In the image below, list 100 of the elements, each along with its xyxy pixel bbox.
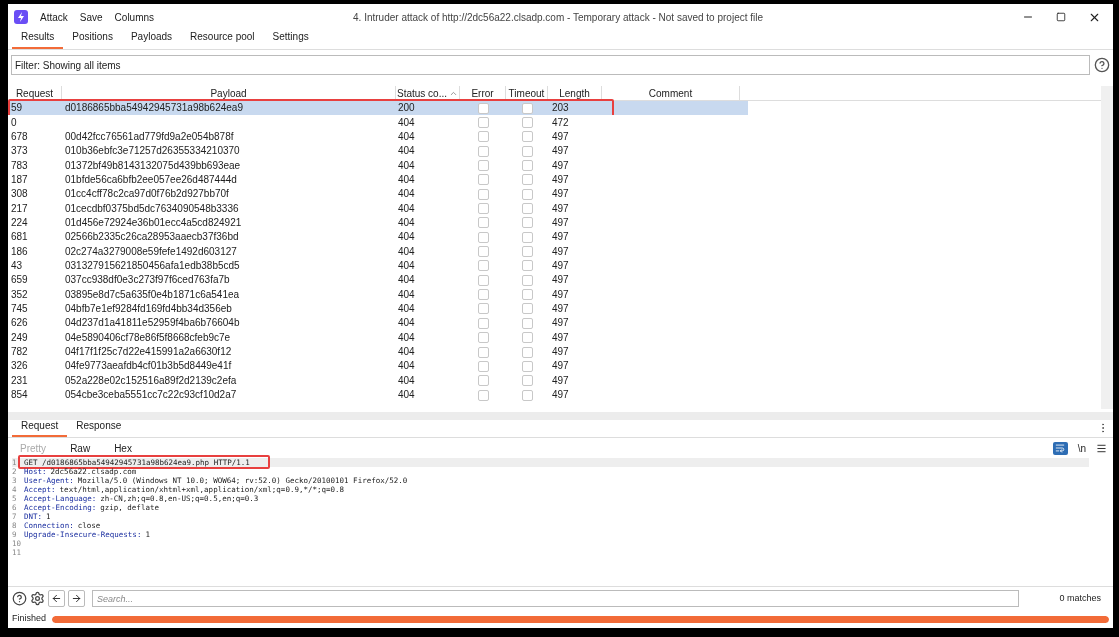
- table-cell-text: 497: [551, 347, 570, 357]
- help-icon[interactable]: [1094, 57, 1110, 73]
- table-cell-text: 326: [10, 361, 29, 372]
- back-button[interactable]: [48, 590, 65, 607]
- checkbox[interactable]: [477, 246, 489, 258]
- checkbox[interactable]: [477, 260, 489, 272]
- checkbox[interactable]: [521, 188, 533, 200]
- table-cell-text: 497: [551, 289, 570, 300]
- table-cell-text: 010b36ebfc3e71257d26355334210370: [64, 146, 241, 157]
- table-cell-text: 231: [10, 375, 29, 386]
- forward-button[interactable]: [68, 590, 85, 607]
- settings-icon[interactable]: [30, 591, 45, 606]
- checkbox[interactable]: [521, 274, 533, 286]
- wrap-button[interactable]: [1052, 441, 1068, 455]
- checkbox[interactable]: [477, 303, 489, 315]
- checkbox[interactable]: [477, 131, 489, 143]
- checkbox[interactable]: [477, 289, 489, 301]
- checkbox[interactable]: [477, 360, 489, 372]
- search-field[interactable]: Search...: [92, 590, 1019, 607]
- checkbox[interactable]: [477, 346, 489, 358]
- table-cell-text: 854: [10, 390, 29, 401]
- checkbox[interactable]: [521, 102, 533, 114]
- newline-toggle[interactable]: \n: [1077, 440, 1086, 456]
- table-cell-text: 04bfb7e1ef9284fd169fd4bb34d356eb: [64, 304, 233, 314]
- checkbox[interactable]: [521, 217, 533, 229]
- column-header[interactable]: Length: [548, 86, 602, 100]
- table-cell-text: 373: [10, 146, 29, 157]
- checkbox[interactable]: [477, 389, 489, 401]
- checkbox[interactable]: [521, 131, 533, 143]
- help-icon[interactable]: [12, 591, 27, 606]
- checkbox[interactable]: [521, 203, 533, 215]
- checkbox[interactable]: [521, 389, 533, 401]
- view-tab[interactable]: Raw: [64, 440, 97, 456]
- table-cell-text: 497: [551, 361, 570, 372]
- column-header[interactable]: Payload: [62, 86, 396, 100]
- checkbox[interactable]: [521, 360, 533, 372]
- checkbox[interactable]: [477, 145, 489, 157]
- scrollbar[interactable]: [1101, 86, 1113, 409]
- table-cell-text: 497: [551, 160, 570, 171]
- column-header[interactable]: Status co...: [396, 86, 460, 100]
- tab[interactable]: Resource pool: [181, 29, 264, 49]
- maximize-icon[interactable]: [1056, 12, 1066, 22]
- menu-item[interactable]: Attack: [40, 9, 68, 25]
- checkbox[interactable]: [521, 246, 533, 258]
- column-header[interactable]: Error: [460, 86, 506, 100]
- table-cell-text: 497: [551, 332, 570, 343]
- table-cell-text: 404: [397, 203, 416, 214]
- checkbox[interactable]: [477, 274, 489, 286]
- checkbox[interactable]: [477, 117, 489, 128]
- menu-icon[interactable]: [1096, 442, 1107, 454]
- checkbox[interactable]: [521, 145, 533, 157]
- column-header[interactable]: Comment: [602, 86, 740, 100]
- checkbox[interactable]: [521, 160, 533, 172]
- checkbox[interactable]: [477, 317, 489, 329]
- checkbox[interactable]: [477, 160, 489, 172]
- table-cell-text: 01cc4cff78c2ca97d0f76b2d927bb70f: [64, 189, 230, 200]
- checkbox[interactable]: [521, 346, 533, 358]
- app-logo-icon: [14, 10, 28, 24]
- checkbox[interactable]: [477, 332, 489, 344]
- tab[interactable]: Results: [12, 29, 64, 49]
- checkbox[interactable]: [521, 260, 533, 272]
- column-header[interactable]: Request: [8, 86, 62, 100]
- view-tab[interactable]: Hex: [108, 440, 138, 456]
- table-cell-text: 404: [397, 146, 416, 157]
- table-cell-text: 054cbe3ceba5551cc7c22c93cf10d2a7: [64, 390, 238, 401]
- table-cell-text: 681: [10, 232, 29, 243]
- table-cell-text: 404: [397, 189, 416, 200]
- checkbox[interactable]: [477, 217, 489, 229]
- tab[interactable]: Payloads: [121, 29, 182, 49]
- checkbox[interactable]: [521, 289, 533, 301]
- checkbox[interactable]: [521, 375, 533, 387]
- table-cell-text: 497: [551, 174, 570, 185]
- checkbox[interactable]: [477, 188, 489, 200]
- checkbox[interactable]: [477, 203, 489, 215]
- filter-bar[interactable]: Filter: Showing all items: [11, 55, 1090, 75]
- tab[interactable]: Response: [67, 418, 131, 437]
- checkbox[interactable]: [477, 375, 489, 387]
- checkbox[interactable]: [477, 102, 489, 114]
- table-cell-text: 497: [551, 318, 570, 329]
- checkbox[interactable]: [477, 231, 489, 243]
- tab[interactable]: Positions: [63, 29, 122, 49]
- checkbox[interactable]: [477, 174, 489, 186]
- table-cell-text: 497: [551, 275, 570, 286]
- checkbox[interactable]: [521, 317, 533, 329]
- table-row[interactable]: 59 d0186865bba54942945731a98b624ea9 200 203: [8, 101, 748, 116]
- table-cell-text: 404: [397, 174, 416, 185]
- table-cell-text: 404: [397, 361, 416, 372]
- table-cell-text: 782: [10, 347, 29, 357]
- table-cell-text: 04e5890406cf78e86f5f8668cfeb9c7e: [64, 332, 232, 343]
- tab[interactable]: Settings: [263, 29, 318, 49]
- menu-item[interactable]: Save: [79, 9, 103, 25]
- checkbox[interactable]: [521, 332, 533, 344]
- checkbox[interactable]: [521, 303, 533, 315]
- checkbox[interactable]: [521, 231, 533, 243]
- menu-item[interactable]: Columns: [114, 9, 155, 25]
- tab[interactable]: Request: [12, 418, 68, 437]
- checkbox[interactable]: [521, 174, 533, 186]
- column-header[interactable]: Timeout: [506, 86, 548, 100]
- checkbox[interactable]: [521, 117, 533, 128]
- table-cell-text: 187: [10, 174, 29, 185]
